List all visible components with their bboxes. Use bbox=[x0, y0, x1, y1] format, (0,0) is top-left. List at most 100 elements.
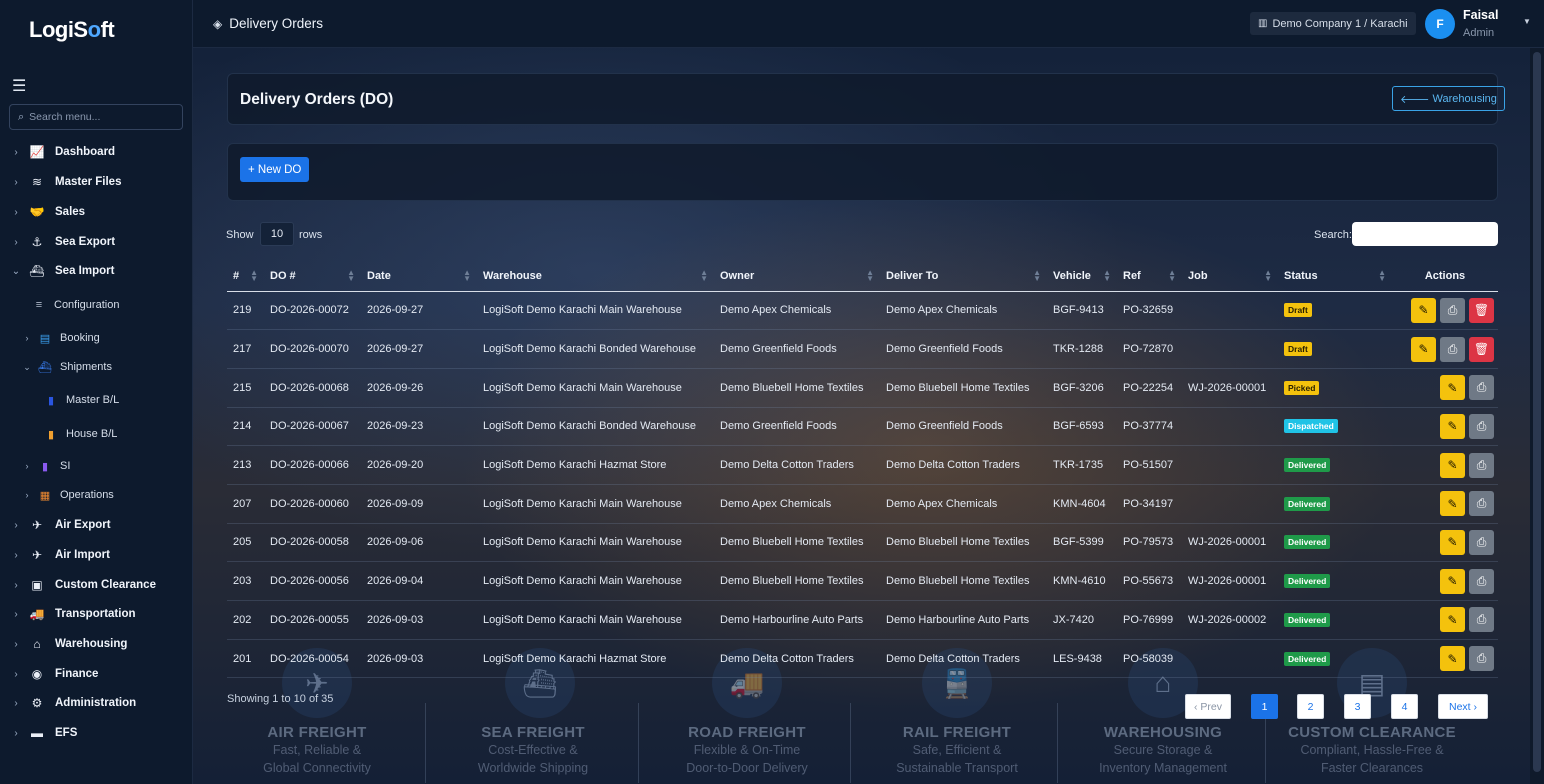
delete-icon[interactable]: 🗑 bbox=[1469, 297, 1494, 323]
chevron-right-icon: › bbox=[14, 146, 18, 158]
edit-icon[interactable]: ✎ bbox=[1440, 375, 1465, 401]
table-search-input[interactable] bbox=[1352, 222, 1498, 246]
pagination-page-1[interactable]: 1 bbox=[1251, 694, 1278, 719]
table-row[interactable]: 215 DO-2026-00068 2026-09-26 LogiSoft Demo … bbox=[227, 368, 1498, 408]
chevron-right-icon: › bbox=[14, 727, 18, 739]
sidebar-item-administration[interactable]: › ⚙ Administration bbox=[0, 692, 193, 714]
anchor-icon: ⚓ bbox=[31, 235, 43, 249]
ref-cell: PO-55673 bbox=[1117, 561, 1182, 601]
sidebar-subitem-master-bl[interactable]: ▮ Master B/L bbox=[44, 390, 119, 410]
column-header[interactable]: Date ▲ ▼ bbox=[361, 261, 477, 292]
print-icon[interactable]: ⎙ bbox=[1469, 452, 1494, 478]
sidebar-item-custom-clearance[interactable]: › ▣ Custom Clearance bbox=[0, 574, 193, 596]
pagination-page-4[interactable]: 4 bbox=[1391, 694, 1418, 719]
rows-per-page-select[interactable]: 10 bbox=[260, 222, 294, 246]
print-icon[interactable]: ⎙ bbox=[1469, 413, 1494, 439]
user-name[interactable]: Faisal bbox=[1463, 8, 1498, 22]
table-row[interactable]: 214 DO-2026-00067 2026-09-23 LogiSoft Demo … bbox=[227, 407, 1498, 447]
sidebar-subitem-configuration[interactable]: ≡ Configuration bbox=[32, 295, 120, 315]
new-do-button[interactable]: + New DO bbox=[240, 157, 310, 182]
print-icon[interactable]: ⎙ bbox=[1469, 646, 1494, 672]
edit-icon[interactable]: ✎ bbox=[1440, 529, 1465, 555]
edit-icon[interactable]: ✎ bbox=[1440, 491, 1465, 517]
column-header[interactable]: Job ▲ ▼ bbox=[1182, 261, 1278, 292]
job-cell bbox=[1182, 407, 1278, 447]
column-header[interactable]: # ▲ ▼ bbox=[227, 261, 264, 292]
sidebar-item-efs[interactable]: › ▬ EFS bbox=[0, 722, 193, 744]
edit-icon[interactable]: ✎ bbox=[1440, 413, 1465, 439]
plane-icon: ✈ bbox=[31, 518, 43, 532]
app-logo[interactable]: LogiSoft bbox=[29, 17, 115, 43]
column-header[interactable]: Vehicle ▲ ▼ bbox=[1047, 261, 1117, 292]
sidebar-item-warehousing[interactable]: › ⌂ Warehousing bbox=[0, 633, 193, 655]
sidebar-item-dashboard[interactable]: › 📈 Dashboard bbox=[0, 141, 193, 163]
vehicle-cell: LES-9438 bbox=[1047, 639, 1117, 679]
sidebar-subitem-si[interactable]: › ▮ SI bbox=[22, 456, 71, 476]
banner-title: AIR FREIGHT bbox=[267, 724, 367, 741]
back-to-warehousing-button[interactable]: 🡐 Warehousing bbox=[1392, 86, 1505, 111]
edit-icon[interactable]: ✎ bbox=[1440, 646, 1465, 672]
deliver-to-cell: Demo Harbourline Auto Parts bbox=[880, 600, 1047, 640]
sidebar-item-air-import[interactable]: › ✈ Air Import bbox=[0, 544, 193, 566]
avatar[interactable]: F bbox=[1425, 9, 1455, 39]
table-row[interactable]: 203 DO-2026-00056 2026-09-04 LogiSoft Demo … bbox=[227, 561, 1498, 601]
print-icon[interactable]: ⎙ bbox=[1469, 491, 1494, 517]
table-row[interactable]: 207 DO-2026-00060 2026-09-09 LogiSoft Demo … bbox=[227, 484, 1498, 524]
table-row[interactable]: 205 DO-2026-00058 2026-09-06 LogiSoft Demo … bbox=[227, 523, 1498, 563]
column-header[interactable]: DO # ▲ ▼ bbox=[264, 261, 361, 292]
pagination-next-button[interactable]: Next › bbox=[1438, 694, 1488, 719]
show-label: Show bbox=[226, 229, 254, 241]
print-icon[interactable]: ⎙ bbox=[1469, 568, 1494, 594]
print-icon[interactable]: ⎙ bbox=[1469, 607, 1494, 633]
column-header[interactable]: Ref ▲ ▼ bbox=[1117, 261, 1182, 292]
table-row[interactable]: 213 DO-2026-00066 2026-09-20 LogiSoft Demo … bbox=[227, 445, 1498, 485]
job-cell: WJ-2026-00001 bbox=[1182, 523, 1278, 563]
sidebar-item-air-export[interactable]: › ✈ Air Export bbox=[0, 514, 193, 536]
showing-entries-text: Showing 1 to 10 of 35 bbox=[227, 693, 334, 705]
sidebar-item-finance[interactable]: › ◉ Finance bbox=[0, 663, 193, 685]
edit-icon[interactable]: ✎ bbox=[1440, 568, 1465, 594]
delete-icon[interactable]: 🗑 bbox=[1469, 336, 1494, 362]
column-header[interactable]: Status ▲ ▼ bbox=[1278, 261, 1392, 292]
column-header[interactable]: Owner ▲ ▼ bbox=[714, 261, 880, 292]
pagination-page-2[interactable]: 2 bbox=[1297, 694, 1324, 719]
sidebar-item-label: Sea Export bbox=[55, 236, 116, 248]
user-menu-caret-icon[interactable]: ▼ bbox=[1523, 17, 1531, 26]
edit-icon[interactable]: ✎ bbox=[1411, 336, 1436, 362]
edit-icon[interactable]: ✎ bbox=[1440, 607, 1465, 633]
sort-icon: ▲ ▼ bbox=[1168, 268, 1176, 283]
table-row[interactable]: 202 DO-2026-00055 2026-09-03 LogiSoft Demo … bbox=[227, 600, 1498, 640]
sidebar-subitem-shipments[interactable]: ⌄ ⛴ Shipments bbox=[22, 357, 112, 377]
sidebar: LogiSoft ☰ ⌕ › 📈 Dashboard › ≋ Master Fi… bbox=[0, 0, 193, 784]
pagination-prev-button[interactable]: ‹ Prev bbox=[1185, 694, 1231, 719]
status-badge: Draft bbox=[1284, 342, 1312, 357]
column-header[interactable]: Warehouse ▲ ▼ bbox=[477, 261, 714, 292]
sidebar-item-sea-export[interactable]: › ⚓ Sea Export bbox=[0, 231, 193, 253]
sidebar-subitem-house-bl[interactable]: ▮ House B/L bbox=[44, 424, 117, 444]
table-row[interactable]: 201 DO-2026-00054 2026-09-03 LogiSoft Demo … bbox=[227, 639, 1498, 679]
edit-icon[interactable]: ✎ bbox=[1440, 452, 1465, 478]
sidebar-item-transportation[interactable]: › 🚚 Transportation bbox=[0, 603, 193, 625]
print-icon[interactable]: ⎙ bbox=[1469, 529, 1494, 555]
sidebar-subitem-booking[interactable]: › ▤ Booking bbox=[22, 328, 100, 348]
table-row[interactable]: 219 DO-2026-00072 2026-09-27 LogiSoft Demo … bbox=[227, 291, 1498, 331]
sidebar-item-sea-import[interactable]: ⌄ ⛴ Sea Import bbox=[0, 260, 193, 282]
pagination-page-3[interactable]: 3 bbox=[1344, 694, 1371, 719]
owner-cell: Demo Apex Chemicals bbox=[714, 291, 880, 331]
hamburger-menu-icon[interactable]: ☰ bbox=[12, 76, 26, 96]
print-icon[interactable]: ⎙ bbox=[1440, 336, 1465, 362]
table-row[interactable]: 217 DO-2026-00070 2026-09-27 LogiSoft Demo … bbox=[227, 329, 1498, 369]
print-icon[interactable]: ⎙ bbox=[1440, 297, 1465, 323]
page-scrollbar[interactable] bbox=[1530, 48, 1544, 784]
print-icon[interactable]: ⎙ bbox=[1469, 375, 1494, 401]
do-date-cell: 2026-09-03 bbox=[361, 639, 477, 679]
sidebar-item-master-files[interactable]: › ≋ Master Files bbox=[0, 171, 193, 193]
sidebar-item-sales[interactable]: › 🤝 Sales bbox=[0, 201, 193, 223]
company-selector[interactable]: ▥ Demo Company 1 / Karachi bbox=[1250, 12, 1416, 35]
chevron-right-icon: › bbox=[25, 461, 29, 471]
scrollbar-thumb[interactable] bbox=[1533, 52, 1541, 772]
sidebar-search-input[interactable] bbox=[29, 111, 170, 123]
edit-icon[interactable]: ✎ bbox=[1411, 297, 1436, 323]
sidebar-subitem-operations[interactable]: › ▦ Operations bbox=[22, 485, 114, 505]
column-header[interactable]: Deliver To ▲ ▼ bbox=[880, 261, 1047, 292]
